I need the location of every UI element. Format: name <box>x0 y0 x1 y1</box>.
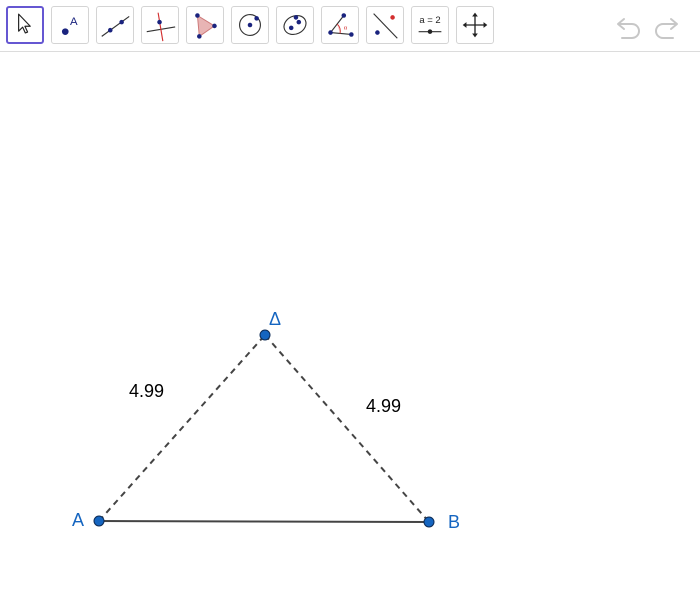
redo-button[interactable] <box>651 12 681 40</box>
geogebra-app: A α a = 2 4.99 4.99 A B Δ <box>0 0 700 600</box>
perpendicular-line-tool-button[interactable] <box>141 6 179 44</box>
point-b-label: B <box>448 512 460 532</box>
point-a[interactable] <box>93 515 105 527</box>
point-tool-label: A <box>70 16 78 28</box>
move-view-tool-button[interactable] <box>456 6 494 44</box>
point-icon: A <box>61 16 78 35</box>
move-tool-button[interactable] <box>6 6 44 44</box>
conic-tool-button[interactable] <box>276 6 314 44</box>
redo-icon <box>655 18 678 39</box>
reflect-icon <box>373 13 398 39</box>
circle-tool-button[interactable] <box>231 6 269 44</box>
move-view-icon <box>462 12 488 38</box>
conic-icon <box>283 14 307 36</box>
point-a-label: A <box>72 510 84 530</box>
point-top-label: Δ <box>269 309 281 329</box>
undo-icon <box>617 18 640 39</box>
point-tool-button[interactable]: A <box>51 6 89 44</box>
reflect-tool-button[interactable] <box>366 6 404 44</box>
line-icon <box>101 16 130 37</box>
slider-icon: a = 2 <box>418 15 442 34</box>
polygon-icon <box>195 13 217 39</box>
point-b[interactable] <box>423 516 435 528</box>
segment-top-b[interactable] <box>264 334 430 523</box>
graphics-view[interactable]: 4.99 4.99 A B Δ <box>0 52 700 600</box>
slider-tool-button[interactable]: a = 2 <box>411 6 449 44</box>
toolbar: A α a = 2 <box>0 0 700 52</box>
slider-tool-label: a = 2 <box>419 15 440 26</box>
segment-length-right: 4.99 <box>366 396 401 416</box>
move-arrow-icon <box>18 13 31 34</box>
construction-canvas[interactable]: 4.99 4.99 A B Δ <box>0 52 700 600</box>
segment-a-top[interactable] <box>98 334 266 522</box>
line-tool-button[interactable] <box>96 6 134 44</box>
undo-button[interactable] <box>614 12 644 40</box>
circle-with-center-icon <box>239 14 261 36</box>
svg-text:α: α <box>344 25 348 32</box>
angle-tool-button[interactable]: α <box>321 6 359 44</box>
perpendicular-line-icon <box>146 12 176 42</box>
point-top[interactable] <box>259 329 271 341</box>
segment-ab[interactable] <box>98 520 430 523</box>
segment-length-left: 4.99 <box>129 381 164 401</box>
polygon-tool-button[interactable] <box>186 6 224 44</box>
angle-icon: α <box>328 13 354 37</box>
